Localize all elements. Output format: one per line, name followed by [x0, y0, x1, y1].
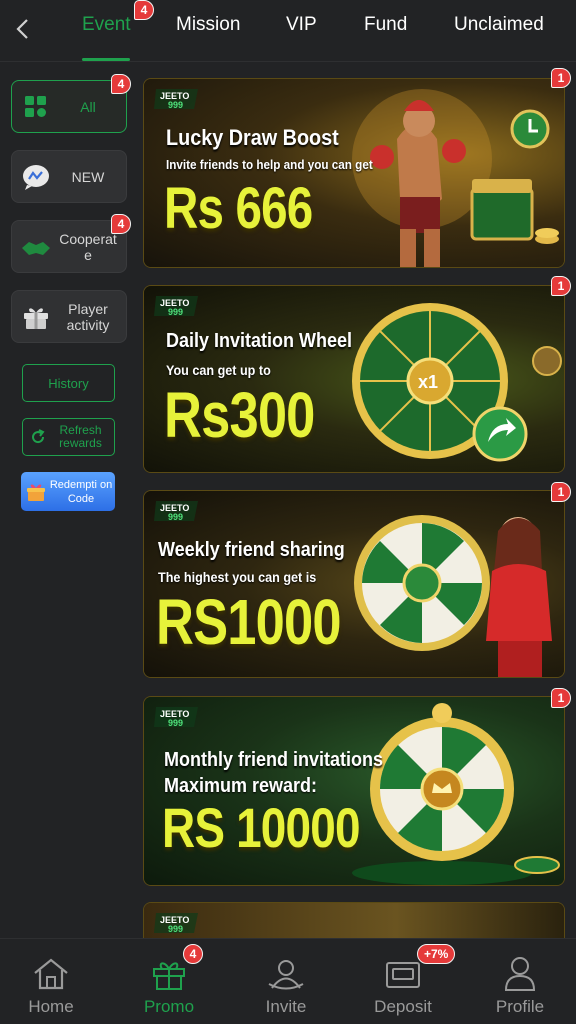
jeeto-logo: JEETO999	[154, 707, 198, 728]
share-arrow-icon	[472, 406, 528, 462]
history-button[interactable]: History	[22, 364, 115, 402]
bottom-nav: Home Promo 4 Invite Deposit +7% Profile	[0, 938, 576, 1024]
banner-badge: 1	[551, 276, 571, 296]
banner-title: Weekly friend sharing	[158, 539, 345, 561]
banner-background	[144, 903, 564, 938]
sidebar-item-label: Player activity	[66, 300, 110, 333]
banner-amount: Rs300	[164, 379, 315, 451]
banner-subtitle: Invite friends to help and you can get	[166, 157, 373, 172]
sidebar-item-cooperate[interactable]: Cooperat e	[11, 220, 127, 273]
banner-badge: 1	[551, 482, 571, 502]
all-badge: 4	[111, 74, 131, 94]
gift-box-icon	[16, 303, 56, 331]
banner-daily-wheel[interactable]: x1 JEETO 999 Daily Invitation Wheel You c…	[143, 285, 565, 473]
refresh-icon	[32, 429, 45, 444]
sidebar-item-label: Cooperat e	[59, 230, 117, 263]
profile-icon	[475, 953, 565, 995]
nav-home[interactable]: Home	[6, 953, 96, 1017]
promo-screen: Event 4 Mission VIP Fund Unclaimed All 4…	[0, 0, 576, 1024]
banner-partial[interactable]: JEETO 999	[143, 902, 565, 938]
banner-subtitle: The highest you can get is	[158, 569, 317, 585]
top-nav: Event 4 Mission VIP Fund Unclaimed	[0, 0, 576, 62]
jeeto-logo: JEETO999	[154, 501, 198, 522]
banner-lucky-draw[interactable]: JEETO 999 Lucky Draw Boost Invite friends…	[143, 78, 565, 268]
banner-title: Lucky Draw Boost	[166, 125, 339, 150]
nav-label: Home	[28, 997, 74, 1016]
nav-label: Deposit	[374, 997, 432, 1016]
banner-monthly-invitations[interactable]: JEETO 999 Monthly friend invitations Maxi…	[143, 696, 565, 886]
banner-amount: RS 10000	[162, 796, 361, 859]
svg-text:999: 999	[168, 512, 183, 522]
banner-badge: 1	[551, 688, 571, 708]
nav-label: Promo	[143, 997, 195, 1016]
history-label: History	[48, 375, 89, 391]
svg-text:999: 999	[168, 100, 183, 110]
jeeto-logo: JEETO999	[154, 296, 198, 317]
banner-amount: Rs 666	[164, 176, 313, 241]
banner-title: Daily Invitation Wheel	[166, 330, 353, 352]
sidebar-item-new[interactable]: NEW	[11, 150, 127, 203]
banner-title: Monthly friend invitations	[164, 749, 384, 771]
tab-vip[interactable]: VIP	[286, 14, 317, 36]
home-icon	[6, 953, 96, 995]
event-badge: 4	[134, 0, 154, 20]
svg-text:999: 999	[168, 307, 183, 317]
grid-icon	[16, 95, 56, 119]
nav-label: Invite	[265, 997, 307, 1016]
sidebar-item-all[interactable]: All	[11, 80, 127, 133]
sidebar-item-player-activity[interactable]: Player activity	[11, 290, 127, 343]
back-button[interactable]	[10, 14, 34, 44]
refresh-rewards-button[interactable]: Refresh rewards	[22, 418, 115, 456]
svg-text:999: 999	[168, 718, 183, 728]
nav-promo[interactable]: Promo	[124, 953, 214, 1017]
gift-code-icon	[27, 484, 45, 501]
banner-subtitle: You can get up to	[166, 362, 271, 378]
active-tab-indicator	[82, 58, 130, 61]
jeeto-logo: JEETO999	[154, 89, 198, 110]
redemption-code-button[interactable]: Redempti on Code	[21, 472, 115, 511]
chevron-left-icon	[16, 19, 28, 39]
refresh-rewards-label: Refresh rewards	[59, 423, 102, 450]
chat-bubble-icon	[16, 163, 56, 191]
deposit-bonus-badge: +7%	[417, 944, 456, 964]
tab-unclaimed[interactable]: Unclaimed	[454, 14, 544, 36]
invite-icon	[241, 953, 331, 995]
redemption-code-label: Redempti on Code	[49, 478, 113, 505]
tab-mission[interactable]: Mission	[176, 14, 240, 36]
sidebar-item-label: All	[80, 98, 96, 115]
nav-label: Profile	[495, 997, 545, 1016]
banner-weekly-sharing[interactable]: JEETO 999 Weekly friend sharing The highe…	[143, 490, 565, 678]
nav-profile[interactable]: Profile	[475, 953, 565, 1017]
sidebar-item-label: NEW	[71, 168, 105, 185]
tab-event[interactable]: Event	[82, 14, 131, 36]
banner-badge: 1	[551, 68, 571, 88]
tab-fund[interactable]: Fund	[364, 14, 407, 36]
banner-amount: RS1000	[156, 586, 342, 658]
promo-badge: 4	[183, 944, 203, 964]
jeeto-logo: JEETO999	[154, 913, 198, 934]
nav-invite[interactable]: Invite	[241, 953, 331, 1017]
cooperate-badge: 4	[111, 214, 131, 234]
svg-text:999: 999	[168, 924, 183, 934]
wheel-center-label: x1	[418, 372, 438, 392]
handshake-icon	[16, 236, 56, 258]
